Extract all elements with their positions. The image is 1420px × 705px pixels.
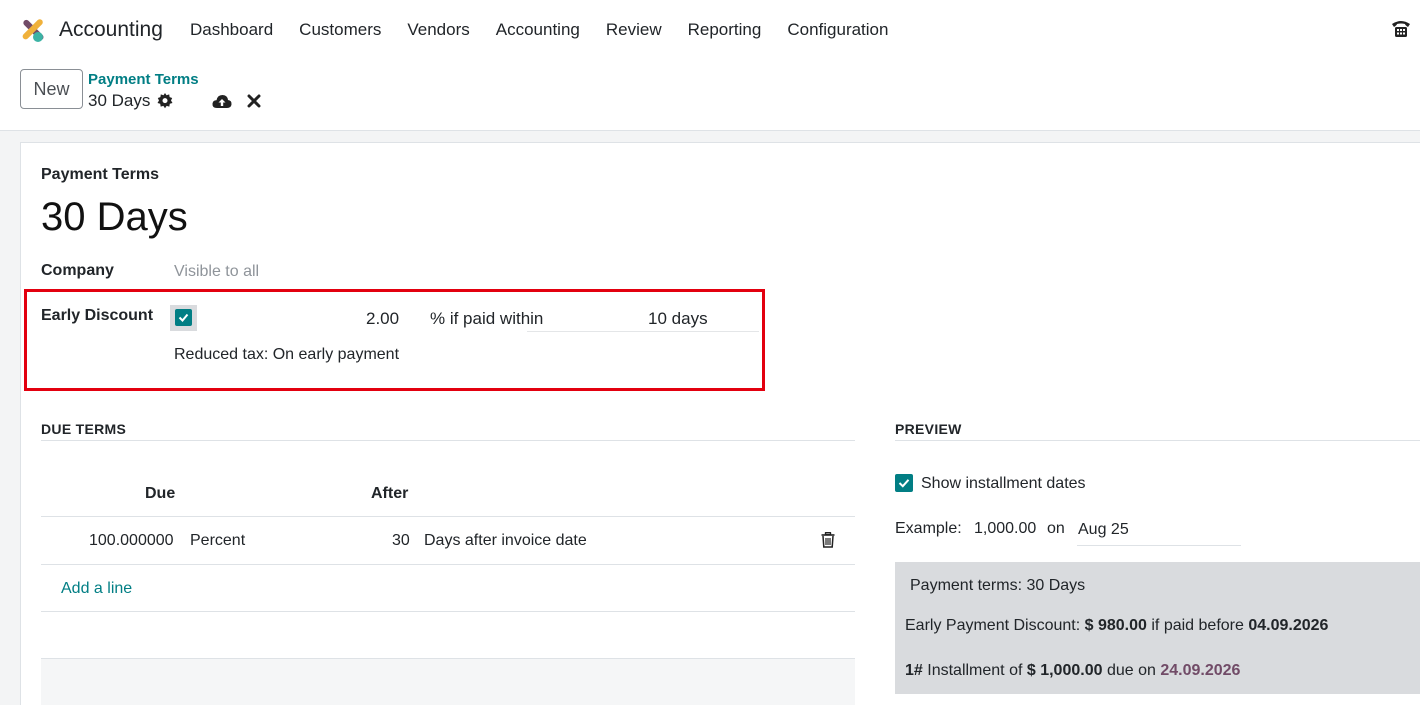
example-on-text: on [1047, 520, 1065, 537]
installment-preview: 1# Installment of $ 1,000.00 due on 24.0… [905, 662, 1240, 680]
column-header-due[interactable]: Due [145, 485, 175, 503]
cell-due-value[interactable]: 100.000000 [89, 532, 174, 550]
discount-percentage-field[interactable]: 2.00 [366, 309, 399, 329]
app-name[interactable]: Accounting [59, 18, 163, 42]
odoo-app-icon[interactable] [18, 16, 46, 44]
installment-date: 24.09.2026 [1160, 662, 1241, 679]
early-discount-checkbox[interactable] [175, 309, 192, 326]
date-field-underline [1077, 545, 1241, 546]
main-menu: Dashboard Customers Vendors Accounting R… [190, 20, 914, 40]
breadcrumb-current: 30 Days [88, 91, 151, 110]
installment-number: 1# [905, 662, 923, 679]
reduced-tax-field[interactable]: Reduced tax: On early payment [174, 346, 399, 364]
payment-terms-label: Payment Terms [41, 166, 159, 183]
example-label: Example: [895, 520, 962, 537]
cloud-upload-icon[interactable] [212, 93, 232, 109]
menu-dashboard[interactable]: Dashboard [190, 20, 273, 40]
close-icon[interactable] [247, 94, 261, 108]
trash-icon[interactable] [821, 532, 835, 548]
check-icon [898, 479, 910, 488]
due-terms-heading: DUE TERMS [41, 421, 127, 437]
control-panel: New Payment Terms 30 Days [0, 60, 1420, 131]
menu-vendors[interactable]: Vendors [407, 20, 469, 40]
installment-mid: due on [1106, 662, 1156, 679]
installment-prefix: Installment of [927, 662, 1023, 679]
installment-amount: $ 1,000.00 [1026, 662, 1103, 679]
days-field-underline [527, 331, 759, 332]
new-button[interactable]: New [20, 69, 83, 109]
record-title[interactable]: 30 Days [41, 195, 188, 240]
cell-after-value[interactable]: 30 [392, 532, 410, 550]
menu-accounting[interactable]: Accounting [496, 20, 580, 40]
example-amount-field[interactable]: 1,000.00 [974, 520, 1036, 538]
company-label: Company [41, 262, 114, 279]
early-discount-checkbox-wrap [170, 305, 197, 331]
breadcrumb-parent[interactable]: Payment Terms [88, 71, 199, 88]
gear-icon[interactable] [157, 93, 173, 109]
preview-heading: PREVIEW [895, 421, 962, 437]
divider [41, 564, 855, 565]
cell-due-type[interactable]: Percent [190, 532, 245, 550]
divider [41, 440, 855, 441]
preview-title: Payment terms: 30 Days [910, 577, 1086, 594]
company-field[interactable]: Visible to all [174, 263, 259, 281]
early-discount-preview: Early Payment Discount: $ 980.00 if paid… [905, 617, 1328, 635]
show-installments-label[interactable]: Show installment dates [921, 475, 1086, 493]
add-line-link[interactable]: Add a line [61, 580, 132, 598]
menu-customers[interactable]: Customers [299, 20, 381, 40]
early-amount: $ 980.00 [1084, 617, 1147, 634]
phone-icon[interactable] [1390, 18, 1412, 40]
discount-days-unit: days [671, 309, 708, 328]
early-discount-highlight [24, 289, 765, 391]
show-installments-checkbox[interactable] [895, 474, 913, 492]
example-date-field[interactable]: Aug 25 [1078, 521, 1129, 539]
early-discount-label: Early Discount [41, 307, 154, 324]
divider [41, 611, 855, 612]
divider [895, 440, 1420, 441]
early-prefix: Early Payment Discount: [905, 617, 1081, 634]
cell-after-type[interactable]: Days after invoice date [424, 532, 587, 550]
early-mid: if paid before [1151, 617, 1244, 634]
early-date: 04.09.2026 [1248, 617, 1329, 634]
top-navbar: Accounting Dashboard Customers Vendors A… [0, 0, 1420, 60]
column-header-after[interactable]: After [371, 485, 408, 503]
table-footer [41, 659, 855, 705]
check-icon [178, 313, 189, 322]
divider [41, 516, 855, 517]
discount-days-field[interactable]: 10 days [648, 309, 708, 329]
menu-configuration[interactable]: Configuration [787, 20, 888, 40]
menu-reporting[interactable]: Reporting [688, 20, 762, 40]
discount-days-value: 10 [648, 309, 667, 328]
menu-review[interactable]: Review [606, 20, 662, 40]
paid-within-text: % if paid within [430, 309, 544, 328]
